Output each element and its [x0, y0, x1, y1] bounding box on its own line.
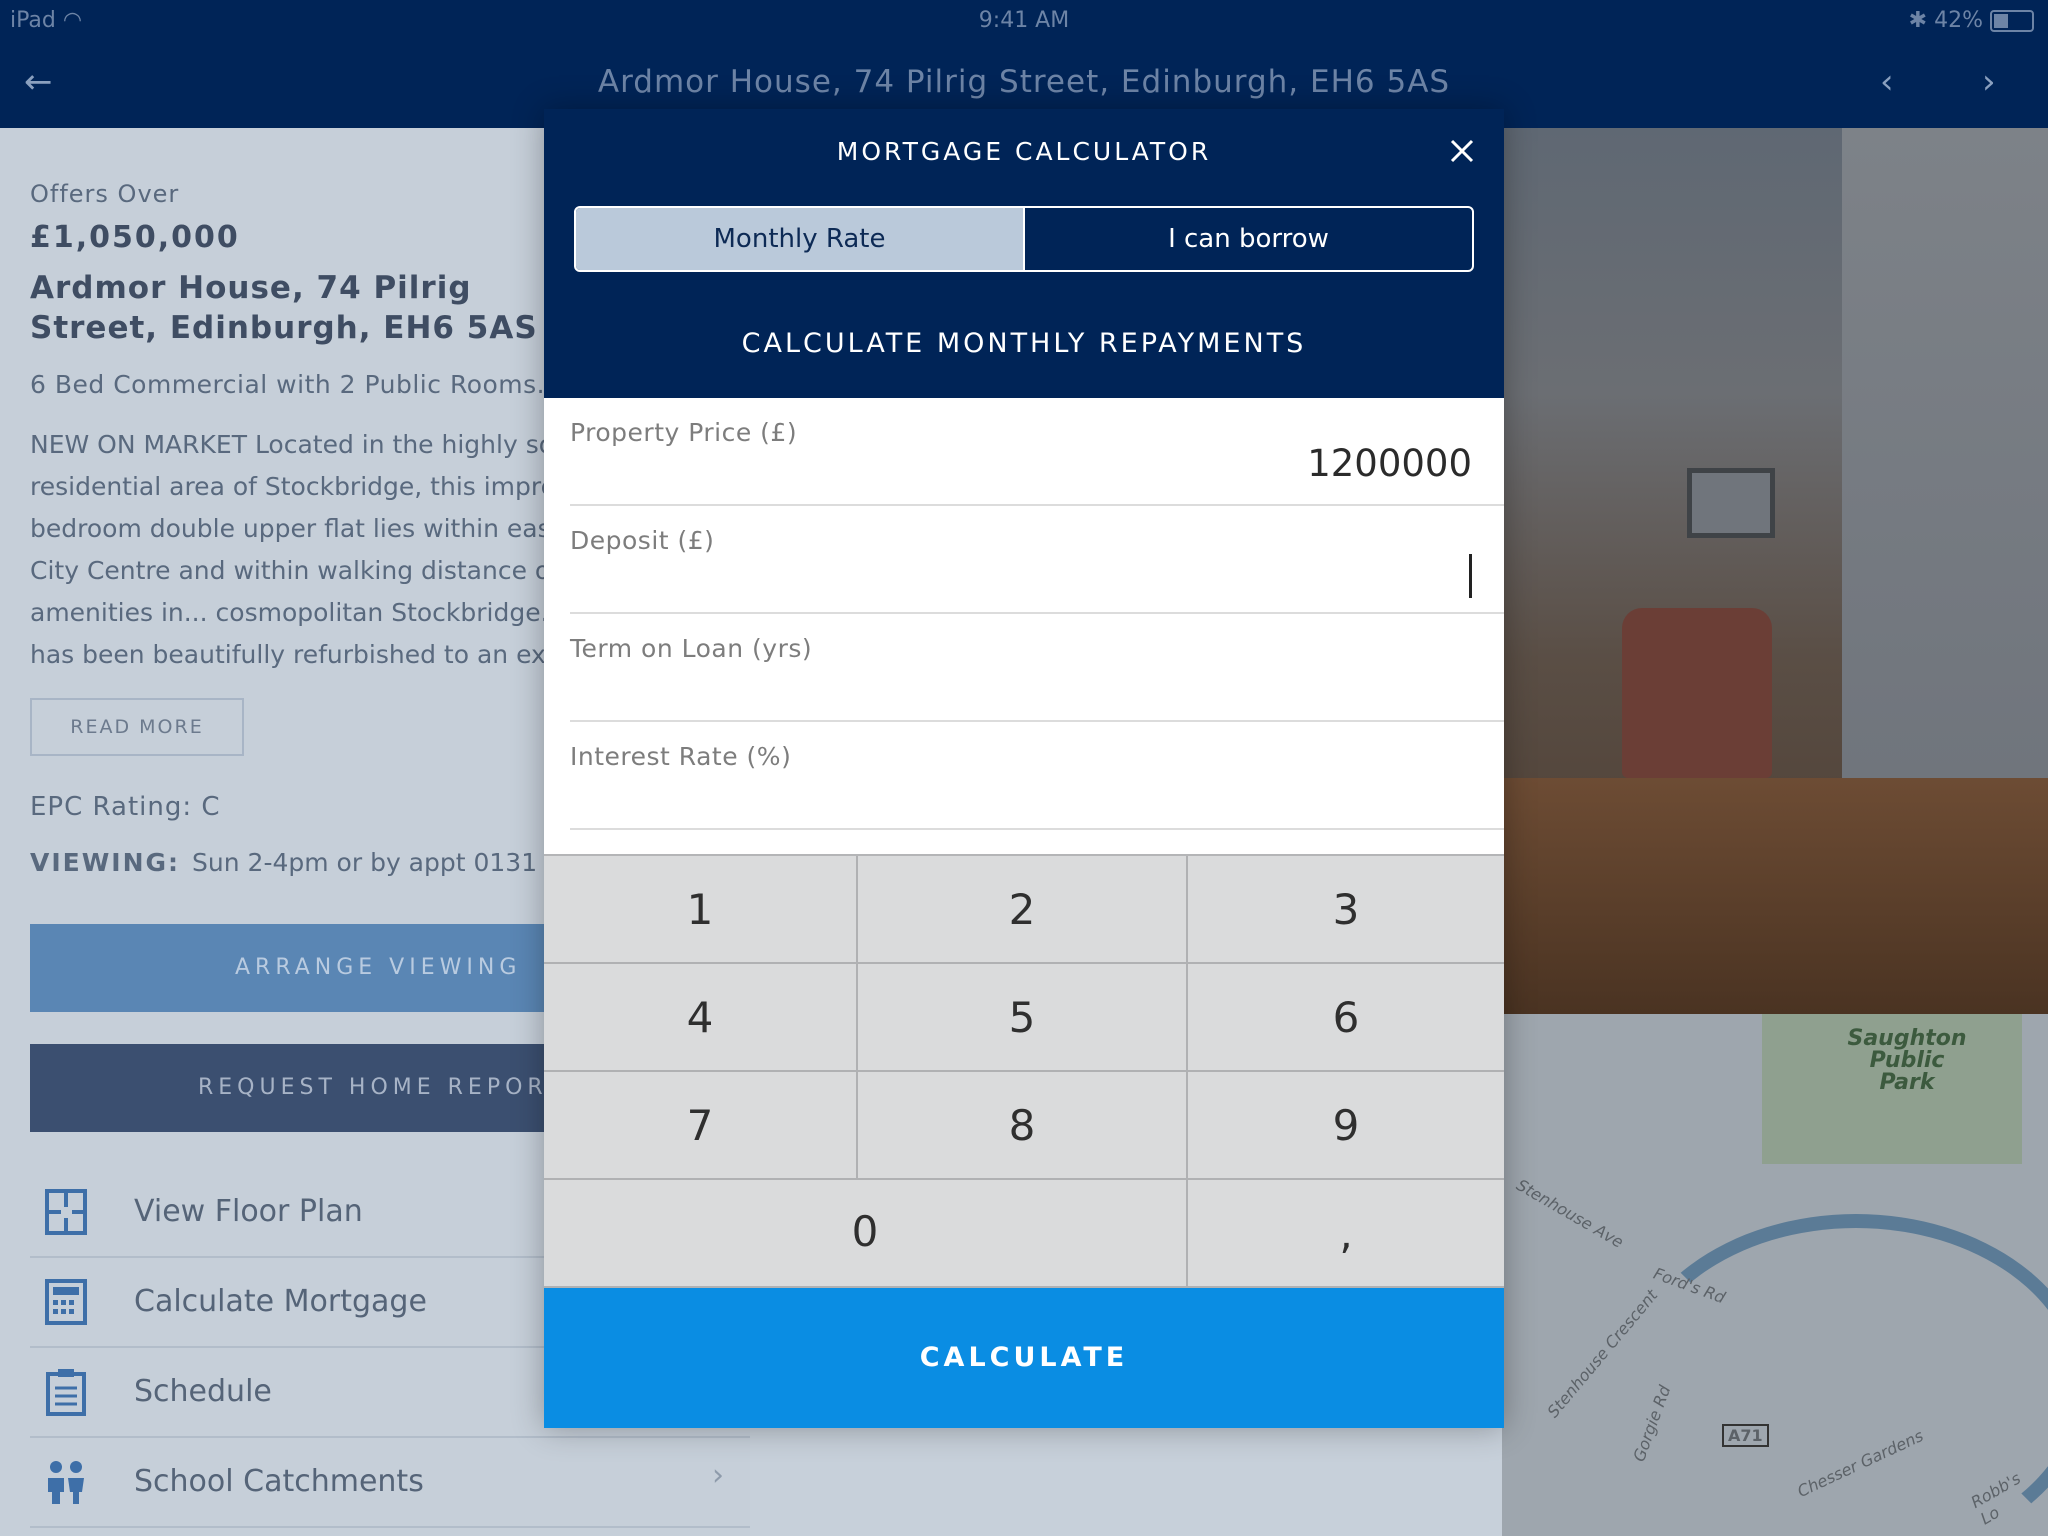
property-price-value: 1200000 — [1307, 442, 1472, 485]
clipboard-icon — [46, 1369, 86, 1416]
read-more-button[interactable]: READ MORE — [30, 698, 244, 756]
status-time: 9:41 AM — [978, 8, 1070, 33]
interest-rate-field[interactable]: Interest Rate (%) — [570, 722, 1504, 830]
key-1[interactable]: 1 — [544, 856, 858, 964]
battery-indicator: ✱ 42% — [1909, 8, 2034, 33]
term-on-loan-label: Term on Loan (yrs) — [570, 634, 813, 663]
key-4[interactable]: 4 — [544, 964, 858, 1072]
price: £1,050,000 — [30, 220, 240, 255]
term-on-loan-field[interactable]: Term on Loan (yrs) — [570, 614, 1504, 722]
close-icon[interactable] — [1442, 131, 1482, 171]
battery-icon — [1990, 10, 2034, 32]
modal-title: MORTGAGE CALCULATOR — [836, 137, 1212, 166]
family-icon — [48, 1461, 84, 1504]
map-park: Saughton Public Park — [1762, 1014, 2022, 1164]
tab-monthly-rate[interactable]: Monthly Rate — [576, 208, 1023, 270]
bluetooth-icon: ✱ — [1908, 8, 1928, 33]
modal-subtitle: CALCULATE MONTHLY REPAYMENTS — [741, 328, 1307, 359]
previous-chevron-icon[interactable]: ‹ — [1880, 62, 1894, 102]
text-cursor — [1469, 554, 1472, 598]
key-5[interactable]: 5 — [858, 964, 1188, 1072]
location-map[interactable]: Saughton Public Park Stenhouse Ave Ford'… — [1502, 1014, 2048, 1536]
key-3[interactable]: 3 — [1188, 856, 1504, 964]
key-8[interactable]: 8 — [858, 1072, 1188, 1180]
menu-item-school-catchments[interactable]: School Catchments › — [30, 1438, 750, 1528]
calculate-button[interactable]: CALCULATE — [544, 1288, 1504, 1428]
key-9[interactable]: 9 — [1188, 1072, 1504, 1180]
status-bar: iPad ◠ 9:41 AM ✱ 42% — [0, 0, 2048, 42]
numeric-keypad: 1 2 3 4 5 6 7 8 9 0 , — [544, 854, 1504, 1296]
property-price-label: Property Price (£) — [570, 418, 798, 447]
page-title: Ardmor House, 74 Pilrig Street, Edinburg… — [597, 64, 1451, 100]
chevron-right-icon: › — [712, 1458, 724, 1493]
calculator-mode-toggle: Monthly Rate I can borrow — [574, 206, 1474, 272]
interest-rate-label: Interest Rate (%) — [570, 742, 792, 771]
next-chevron-icon[interactable]: › — [1982, 62, 1996, 102]
deposit-field[interactable]: Deposit (£) — [570, 506, 1504, 614]
key-2[interactable]: 2 — [858, 856, 1188, 964]
key-7[interactable]: 7 — [544, 1072, 858, 1180]
key-0[interactable]: 0 — [544, 1180, 1188, 1288]
property-photo[interactable] — [1502, 128, 2048, 1014]
property-price-field[interactable]: Property Price (£) 1200000 — [570, 398, 1504, 506]
key-6[interactable]: 6 — [1188, 964, 1504, 1072]
calculator-icon — [45, 1279, 87, 1325]
modal-header: MORTGAGE CALCULATOR Monthly Rate I can b… — [544, 109, 1504, 398]
key-comma[interactable]: , — [1188, 1180, 1504, 1288]
listing-address: Ardmor House, 74 Pilrig Street, Edinburg… — [30, 270, 538, 346]
viewing-info: VIEWING: Sun 2-4pm or by appt 0131 25 — [30, 848, 577, 877]
mortgage-calculator-modal: MORTGAGE CALCULATOR Monthly Rate I can b… — [544, 109, 1504, 1428]
price-label: Offers Over — [30, 180, 180, 208]
epc-rating: EPC Rating: C — [30, 792, 221, 822]
tab-i-can-borrow[interactable]: I can borrow — [1023, 208, 1472, 270]
deposit-label: Deposit (£) — [570, 526, 715, 555]
floor-plan-icon — [45, 1189, 87, 1235]
listing-summary: 6 Bed Commercial with 2 Public Rooms. — [30, 370, 546, 399]
